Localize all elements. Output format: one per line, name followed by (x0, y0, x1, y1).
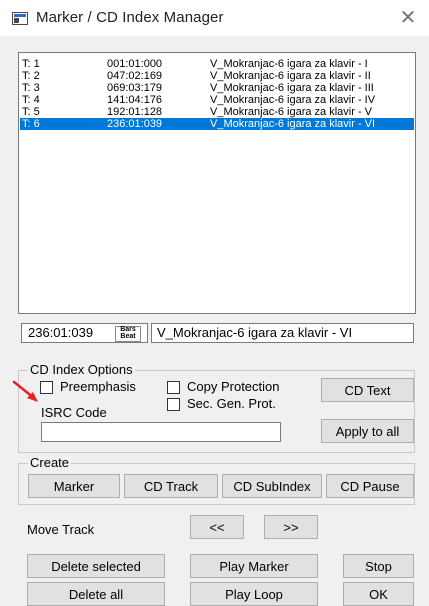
list-item-selected[interactable]: T: 6 236:01:039 V_Mokranjac-6 igara za k… (20, 118, 414, 130)
move-track-prev-button[interactable]: << (190, 515, 244, 539)
copy-protection-checkbox[interactable] (167, 381, 180, 394)
delete-selected-button[interactable]: Delete selected (27, 554, 165, 578)
move-track-label: Move Track (27, 522, 95, 537)
track-title: V_Mokranjac-6 igara za klavir - V (210, 106, 373, 118)
sec-gen-prot-label: Sec. Gen. Prot. (187, 396, 276, 411)
track-time: 192:01:128 (107, 106, 163, 118)
track-time: 047:02:169 (107, 70, 163, 82)
track-number: T: 5 (22, 106, 40, 118)
track-number: T: 4 (22, 94, 40, 106)
list-item[interactable]: T: 5 192:01:128 V_Mokranjac-6 igara za k… (20, 106, 414, 118)
ok-button[interactable]: OK (343, 582, 414, 606)
track-title: V_Mokranjac-6 igara za klavir - III (210, 82, 374, 94)
create-cd-track-button[interactable]: CD Track (124, 474, 218, 498)
cd-text-button[interactable]: CD Text (321, 378, 414, 402)
bars-beat-toggle[interactable]: Bars Beat (115, 326, 141, 342)
track-time: 069:03:179 (107, 82, 163, 94)
list-item[interactable]: T: 4 141:04:176 V_Mokranjac-6 igara za k… (20, 94, 414, 106)
marker-list[interactable]: T: 1 001:01:000 V_Mokranjac-6 igara za k… (18, 52, 416, 314)
marker-time-field[interactable]: 236:01:039 Bars Beat (21, 323, 148, 343)
create-label: Create (28, 455, 72, 470)
track-title: V_Mokranjac-6 igara za klavir - IV (210, 94, 376, 106)
delete-all-button[interactable]: Delete all (27, 582, 165, 606)
marker-title-field[interactable]: V_Mokranjac-6 igara za klavir - VI (151, 323, 414, 343)
track-title: V_Mokranjac-6 igara za klavir - I (210, 58, 368, 70)
isrc-code-input[interactable] (41, 422, 281, 442)
list-item[interactable]: T: 3 069:03:179 V_Mokranjac-6 igara za k… (20, 82, 414, 94)
preemphasis-label: Preemphasis (60, 379, 136, 394)
move-track-next-button[interactable]: >> (264, 515, 318, 539)
track-title: V_Mokranjac-6 igara za klavir - II (210, 70, 371, 82)
track-time: 236:01:039 (107, 118, 163, 130)
window-title: Marker / CD Index Manager (36, 9, 224, 26)
create-cd-subindex-button[interactable]: CD SubIndex (222, 474, 322, 498)
annotation-arrow-icon (12, 380, 38, 402)
close-icon[interactable]: ✕ (397, 7, 419, 29)
apply-to-all-button[interactable]: Apply to all (321, 419, 414, 443)
create-cd-pause-button[interactable]: CD Pause (326, 474, 414, 498)
play-loop-button[interactable]: Play Loop (190, 582, 318, 606)
track-time: 001:01:000 (107, 58, 163, 70)
beat-label: Beat (120, 332, 136, 340)
list-item[interactable]: T: 1 001:01:000 V_Mokranjac-6 igara za k… (20, 58, 414, 70)
stop-button[interactable]: Stop (343, 554, 414, 578)
play-marker-button[interactable]: Play Marker (190, 554, 318, 578)
track-number: T: 3 (22, 82, 40, 94)
track-number: T: 2 (22, 70, 40, 82)
list-item[interactable]: T: 2 047:02:169 V_Mokranjac-6 igara za k… (20, 70, 414, 82)
marker-title: V_Mokranjac-6 igara za klavir - VI (157, 325, 353, 340)
sec-gen-prot-checkbox[interactable] (167, 398, 180, 411)
track-title: V_Mokranjac-6 igara za klavir - VI (210, 118, 376, 130)
track-time: 141:04:176 (107, 94, 163, 106)
create-marker-button[interactable]: Marker (28, 474, 120, 498)
app-window-icon (12, 12, 28, 25)
copy-protection-label: Copy Protection (187, 379, 280, 394)
track-number: T: 6 (22, 118, 40, 130)
marker-time: 236:01:039 (28, 325, 94, 340)
track-number: T: 1 (22, 58, 40, 70)
